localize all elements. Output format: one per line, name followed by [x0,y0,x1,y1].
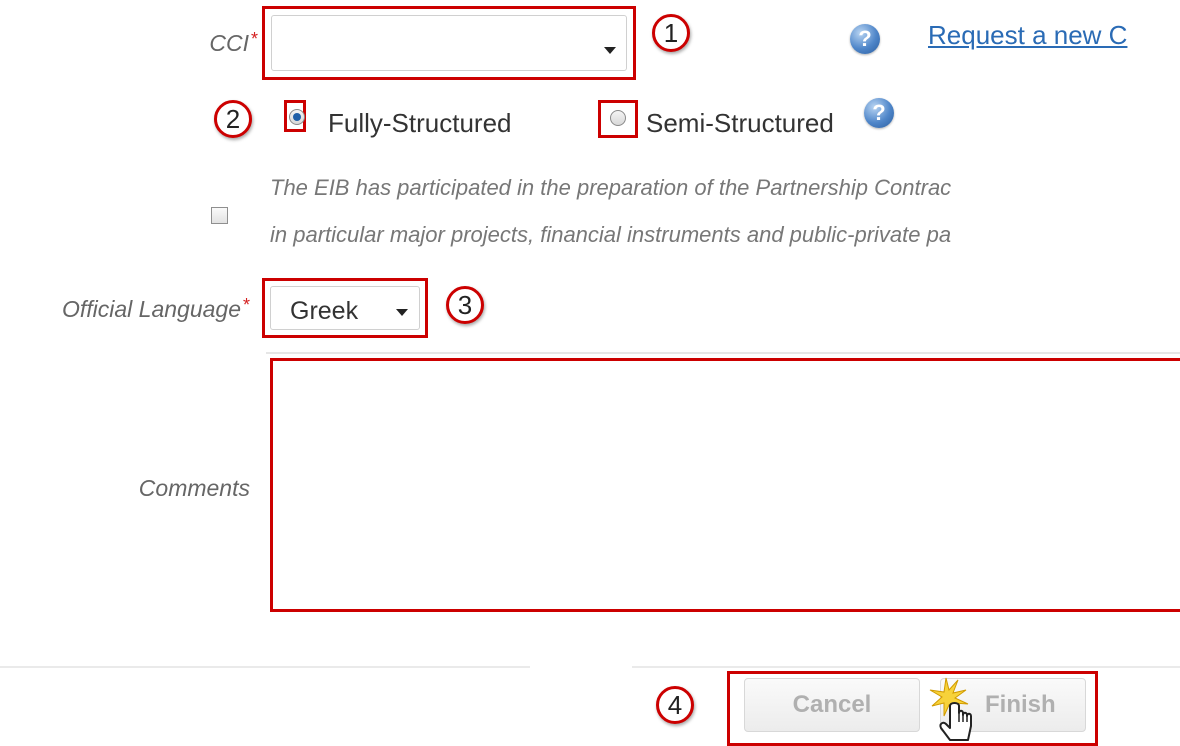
chevron-down-icon [396,309,408,316]
help-icon[interactable]: ? [850,24,880,54]
eib-participated-checkbox[interactable] [211,207,228,224]
click-cursor-icon [929,677,972,741]
eib-note-line2: in particular major projects, financial … [270,222,952,247]
divider [0,666,530,668]
semi-structured-radio[interactable] [610,110,626,126]
divider [266,352,1180,354]
help-icon[interactable]: ? [864,98,894,128]
required-marker: * [250,29,258,49]
cci-label: CCI * [209,29,258,56]
callout-2: 2 [214,100,252,138]
request-new-cci-link[interactable]: Request a new C [928,20,1127,51]
chevron-down-icon [604,47,616,54]
semi-structured-label[interactable]: Semi-Structured [646,108,834,139]
callout-1: 1 [652,14,690,52]
comments-textarea[interactable] [270,358,1180,612]
official-language-select[interactable]: Greek [262,278,428,338]
cci-select-field[interactable] [271,15,627,71]
comments-label: Comments [138,475,250,501]
cci-select[interactable] [262,6,636,80]
semi-structured-radio-highlight[interactable] [598,100,638,138]
divider [632,666,1180,668]
callout-3: 3 [446,286,484,324]
required-marker: * [242,295,250,315]
eib-note-line1: The EIB has participated in the preparat… [270,175,952,200]
fully-structured-label[interactable]: Fully-Structured [328,108,512,139]
callout-4: 4 [656,686,694,724]
official-language-label: Official Language * [61,295,250,322]
fully-structured-radio-highlight[interactable] [284,100,306,132]
official-language-select-field[interactable]: Greek [270,286,420,330]
cancel-button[interactable]: Cancel [744,678,920,732]
fully-structured-radio[interactable] [289,109,305,125]
official-language-value: Greek [290,297,359,325]
